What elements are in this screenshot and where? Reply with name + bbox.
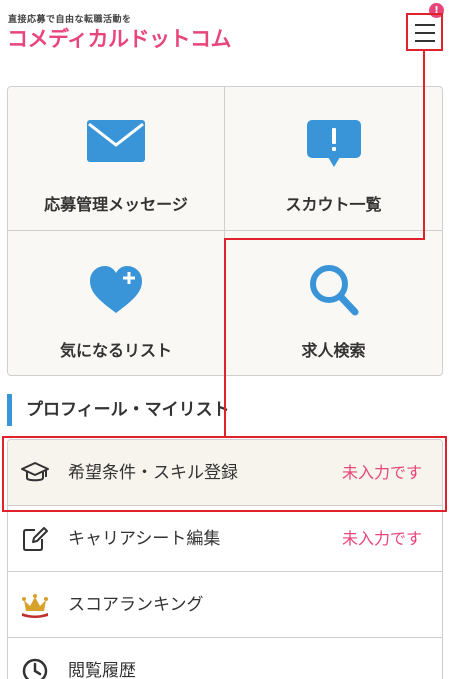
tile-label: 求人検索 <box>301 341 366 360</box>
hamburger-menu-icon <box>415 24 435 26</box>
tile-favorites[interactable]: 気になるリスト <box>8 231 225 375</box>
profile-list: 希望条件・スキル登録 未入力です キャリアシート編集 未入力です スコアランキン… <box>7 439 443 679</box>
edit-icon <box>23 527 48 551</box>
mail-icon <box>87 120 145 162</box>
list-item-label: 希望条件・スキル登録 <box>68 463 238 483</box>
hamburger-menu-bar <box>415 40 435 42</box>
site-logo[interactable]: コメディカルドットコム <box>7 23 232 53</box>
heart-plus-icon <box>90 266 142 313</box>
hamburger-menu-bar <box>415 32 435 34</box>
tile-label: 気になるリスト <box>59 341 172 360</box>
hamburger-menu-button[interactable] <box>409 15 441 51</box>
tile-label: スカウト一覧 <box>285 195 382 214</box>
crown-icon <box>22 594 48 618</box>
quick-menu-grid: 応募管理メッセージ スカウト一覧 気になるリスト 求人検索 <box>7 86 443 376</box>
speech-bubble-exclamation-icon <box>306 120 361 167</box>
clock-icon <box>22 658 48 679</box>
list-item-score-ranking[interactable]: スコアランキング <box>8 572 442 638</box>
list-item-browsing-history[interactable]: 閲覧履歴 <box>8 638 442 679</box>
status-text: 未入力です <box>341 529 422 548</box>
site-header: 直接応募で自由な転職活動を コメディカルドットコム ! <box>0 0 451 70</box>
status-text: 未入力です <box>341 463 422 482</box>
notification-badge: ! <box>429 3 444 18</box>
tile-scout-list[interactable]: スカウト一覧 <box>225 87 442 231</box>
list-item-preferences[interactable]: 希望条件・スキル登録 未入力です <box>8 440 442 506</box>
tile-label: 応募管理メッセージ <box>44 195 188 214</box>
list-item-label: 閲覧履歴 <box>68 661 136 679</box>
magnifier-icon <box>309 265 358 316</box>
list-item-career-sheet[interactable]: キャリアシート編集 未入力です <box>8 506 442 572</box>
list-item-label: キャリアシート編集 <box>68 529 221 549</box>
graduation-cap-icon <box>21 462 49 482</box>
section-title: プロフィール・マイリスト <box>7 394 230 426</box>
tile-job-search[interactable]: 求人検索 <box>225 231 442 375</box>
list-item-label: スコアランキング <box>68 595 204 615</box>
tile-application-messages[interactable]: 応募管理メッセージ <box>8 87 225 231</box>
